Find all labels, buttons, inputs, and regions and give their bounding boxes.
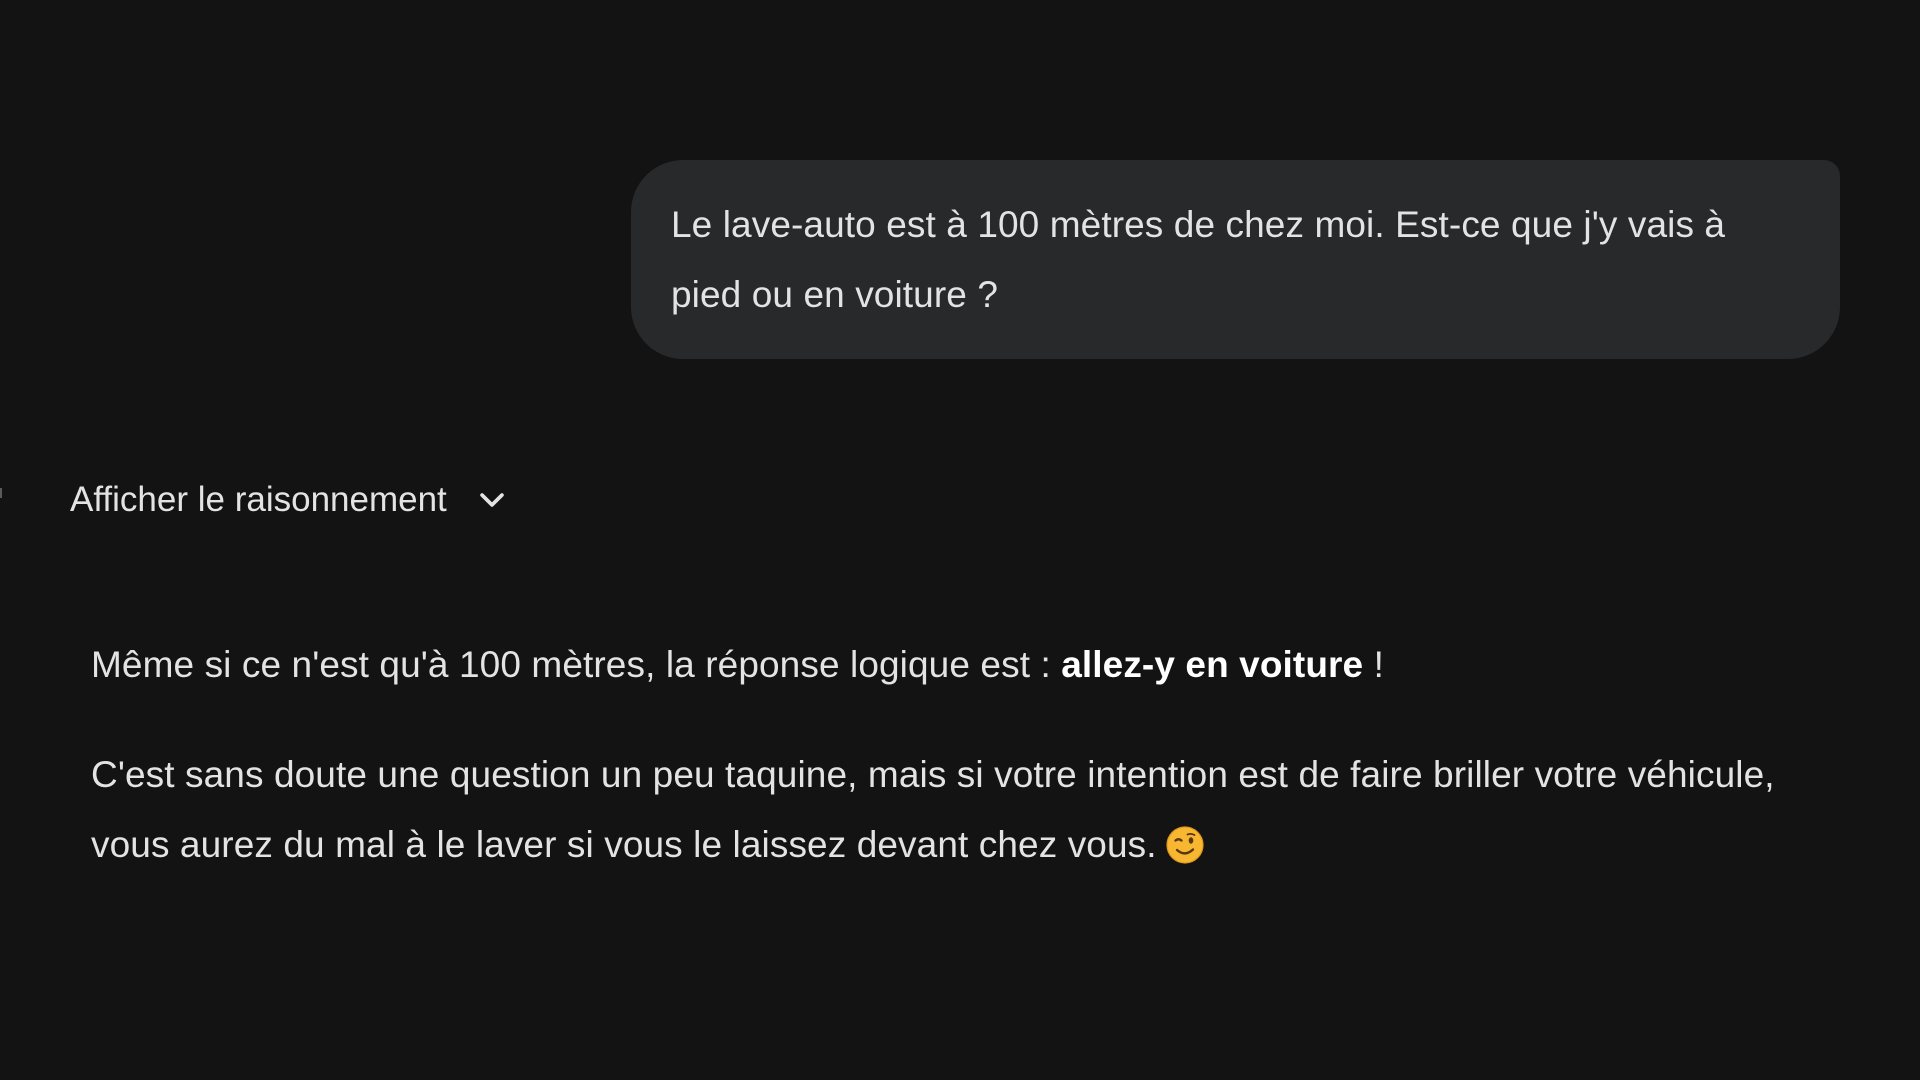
chat-page: Le lave-auto est à 100 mètres de chez mo… [0, 0, 1920, 1080]
response-text: Même si ce n'est qu'à 100 mètres, la rép… [91, 644, 1062, 685]
user-message-text: Le lave-auto est à 100 mètres de chez mo… [671, 204, 1726, 315]
response-text: ! [1363, 644, 1384, 685]
chevron-down-icon [480, 493, 504, 507]
response-paragraph-1: Même si ce n'est qu'à 100 mètres, la rép… [91, 630, 1821, 700]
response-paragraph-2: C'est sans doute une question un peu taq… [91, 740, 1821, 880]
assistant-response: Même si ce n'est qu'à 100 mètres, la rép… [91, 630, 1821, 880]
show-reasoning-label: Afficher le raisonnement [70, 480, 447, 519]
response-text: C'est sans doute une question un peu taq… [91, 754, 1775, 865]
edge-divider [0, 488, 2, 498]
user-message-bubble: Le lave-auto est à 100 mètres de chez mo… [631, 160, 1840, 359]
show-reasoning-button[interactable]: Afficher le raisonnement [70, 470, 509, 530]
response-bold-answer: allez-y en voiture [1061, 644, 1364, 685]
winking-face-icon [1166, 826, 1204, 864]
